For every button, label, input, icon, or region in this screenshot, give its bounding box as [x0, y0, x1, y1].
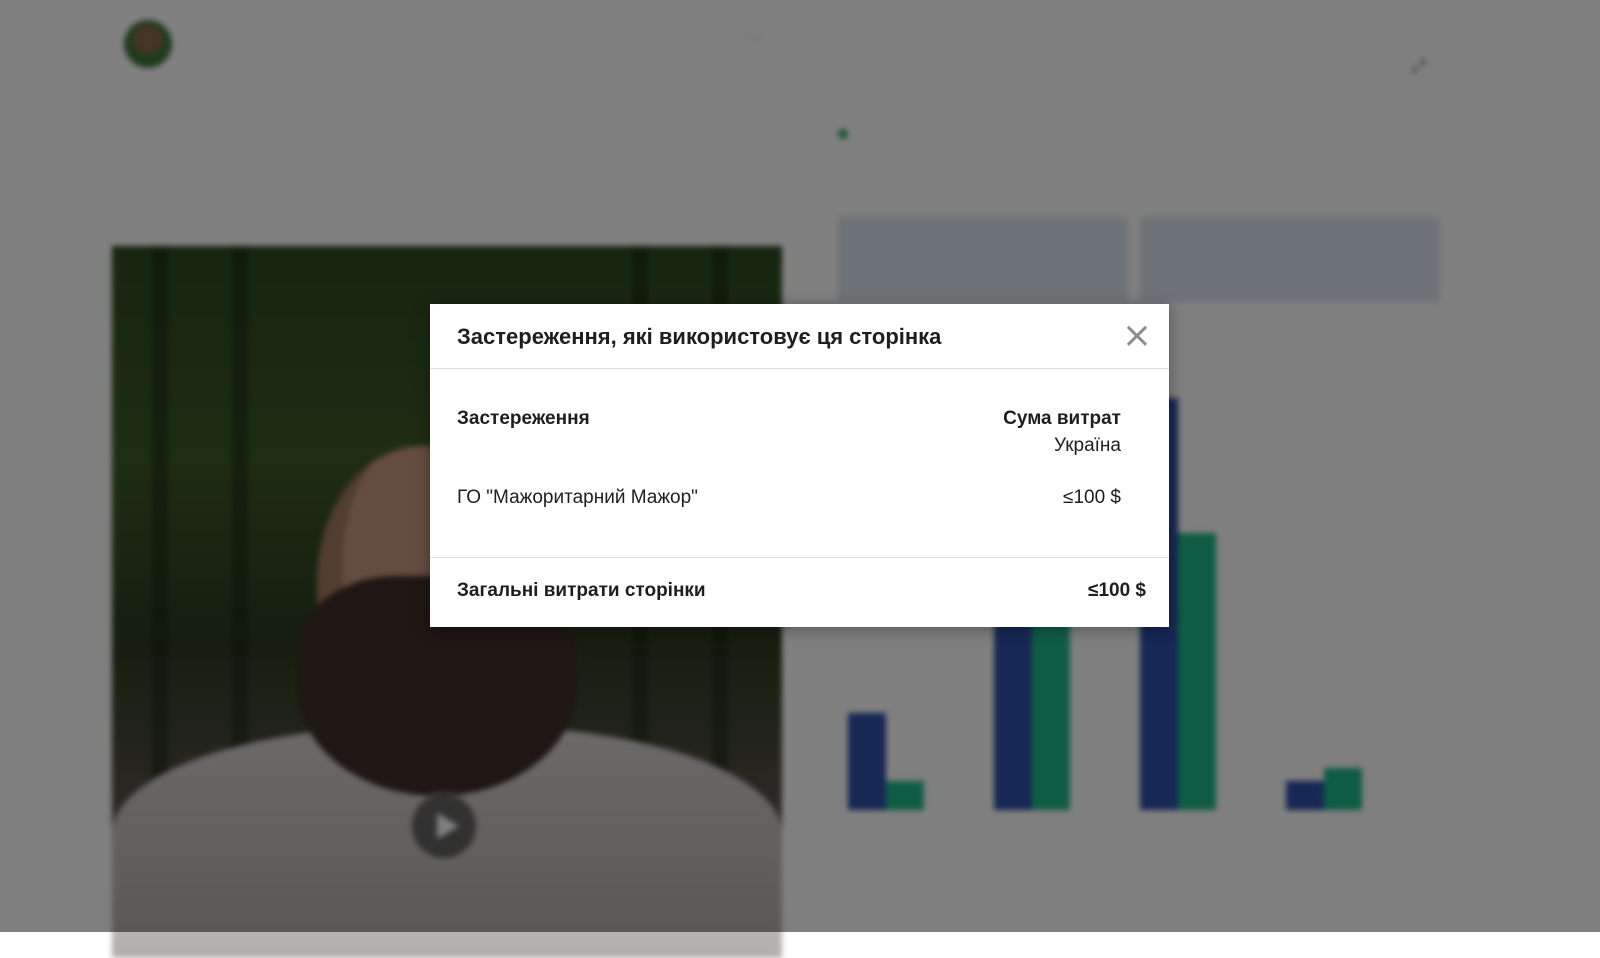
total-spend-value: ≤100 $ [1088, 580, 1146, 601]
disclaimer-column-header: Застереження [457, 408, 590, 429]
dialog-footer: Загальні витрати сторінки ≤100 $ [430, 557, 1169, 628]
total-spend-label: Загальні витрати сторінки [457, 580, 706, 601]
dialog-header: Застереження, які використовує ця сторін… [430, 304, 1169, 369]
disclaimer-row-amount: ≤100 $ [1063, 487, 1121, 508]
close-icon[interactable]: × [1121, 318, 1153, 354]
spend-column-header: Сума витрат [1003, 408, 1121, 429]
disclaimer-row-name: ГО "Мажоритарний Мажор" [457, 487, 698, 508]
disclaimers-dialog: Застереження, які використовує ця сторін… [430, 304, 1169, 627]
spend-region-label: Україна [1053, 435, 1121, 456]
dialog-title: Застереження, які використовує ця сторін… [457, 324, 942, 349]
